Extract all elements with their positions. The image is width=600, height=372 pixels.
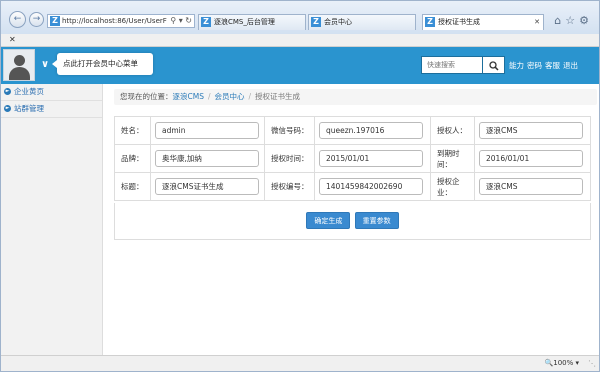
search-input[interactable] — [421, 56, 483, 74]
field-label: 授权企业： — [430, 172, 475, 201]
name-field[interactable] — [155, 122, 259, 139]
sidebar-item-station-group[interactable]: ► 站群管理 — [1, 101, 102, 118]
search-refresh-icon[interactable]: ⚲ ▾ ↻ — [170, 15, 192, 27]
breadcrumb-current: 授权证书生成 — [255, 92, 301, 101]
certificate-form: 姓名： 微信号码： 授权人： 品牌： 授权时间： 到期时间： 标题： — [114, 116, 591, 201]
sidebar: ► 企业黄页 ► 站群管理 — [1, 84, 103, 355]
breadcrumb-separator: / — [207, 92, 211, 101]
app-header: ∨ 点此打开会员中心菜单 能力密码客服退出 — [1, 47, 599, 84]
link-service[interactable]: 客服 — [545, 61, 560, 70]
tab-admin[interactable]: Z 逐浪CMS_后台管理 — [198, 14, 306, 30]
breadcrumb-link-member[interactable]: 会员中心 — [215, 92, 245, 101]
home-star-gear-icon[interactable]: ⌂☆⚙ — [554, 14, 593, 27]
main-content: 您现在的位置：逐浪CMS/会员中心/授权证书生成 姓名： 微信号码： 授权人： … — [104, 84, 599, 355]
expiry-date-field[interactable] — [479, 150, 583, 167]
breadcrumb-separator: / — [248, 92, 252, 101]
field-label: 授权人： — [430, 116, 475, 145]
sidebar-item-label: 企业黄页 — [14, 87, 44, 96]
brand-field[interactable] — [155, 150, 259, 167]
link-ability[interactable]: 能力 — [509, 61, 524, 70]
arrow-circle-icon: ► — [4, 105, 11, 112]
form-row: 标题： 授权编号： 授权企业： — [114, 172, 591, 201]
top-links: 能力 密码 客服 退出 — [509, 60, 581, 71]
field-label: 微信号码： — [264, 116, 315, 145]
search-button[interactable] — [483, 56, 505, 74]
close-icon[interactable]: ✕ — [534, 15, 540, 29]
address-url: http://localhost:86/User/UserF — [62, 17, 167, 25]
tab-favicon-icon: Z — [201, 17, 211, 27]
field-label: 到期时间： — [430, 144, 475, 173]
tab-member-center[interactable]: Z 会员中心 — [308, 14, 416, 30]
sidebar-item-yellow-pages[interactable]: ► 企业黄页 — [1, 84, 102, 101]
address-bar[interactable]: Z http://localhost:86/User/UserF ⚲ ▾ ↻ — [47, 14, 195, 28]
tab-label: 逐浪CMS_后台管理 — [214, 18, 275, 26]
forward-arrow-icon[interactable]: → — [29, 12, 44, 27]
wechat-field[interactable] — [319, 122, 423, 139]
form-row: 姓名： 微信号码： 授权人： — [114, 116, 591, 145]
browser-window: ← → Z http://localhost:86/User/UserF ⚲ ▾… — [0, 0, 600, 372]
tab-favicon-icon: Z — [425, 17, 435, 27]
close-icon[interactable]: ✕ — [9, 35, 16, 44]
browser-titlebar: ← → Z http://localhost:86/User/UserF ⚲ ▾… — [1, 1, 599, 34]
breadcrumb-prefix: 您现在的位置： — [120, 92, 173, 101]
arrow-circle-icon: ► — [4, 88, 11, 95]
grantor-field[interactable] — [479, 122, 583, 139]
field-label: 授权时间： — [264, 144, 315, 173]
site-favicon-icon: Z — [50, 16, 60, 26]
find-bar: ✕ — [1, 34, 599, 47]
tab-certificate[interactable]: Z 授权证书生成 ✕ — [422, 14, 544, 30]
breadcrumb: 您现在的位置：逐浪CMS / 会员中心 / 授权证书生成 — [114, 89, 597, 105]
app-area: ∨ 点此打开会员中心菜单 能力密码客服退出 ► 企业黄页 ► 站群管理 您现在的… — [1, 47, 599, 355]
tab-label: 会员中心 — [324, 18, 352, 26]
search-icon — [488, 61, 499, 71]
zoom-value: 100% — [553, 359, 574, 367]
grant-date-field[interactable] — [319, 150, 423, 167]
zoom-level[interactable]: 🔍100% ▾ — [545, 359, 579, 367]
field-label: 授权编号： — [264, 172, 315, 201]
breadcrumb-link-home[interactable]: 逐浪CMS — [173, 92, 204, 101]
status-bar: 🔍100% ▾ ⋱ — [1, 355, 599, 371]
company-field[interactable] — [479, 178, 583, 195]
generate-button[interactable]: 确定生成 — [306, 212, 351, 229]
form-actions: 确定生成 重置参数 — [114, 203, 591, 240]
link-logout[interactable]: 退出 — [563, 61, 578, 70]
field-label: 姓名： — [114, 116, 151, 145]
reset-button[interactable]: 重置参数 — [354, 212, 399, 229]
field-label: 标题： — [114, 172, 151, 201]
tab-favicon-icon: Z — [311, 17, 321, 27]
tab-label: 授权证书生成 — [438, 18, 480, 26]
license-number-field[interactable] — [319, 178, 423, 195]
resize-grip-icon[interactable]: ⋱ — [588, 359, 596, 368]
chevron-down-icon[interactable]: ∨ — [41, 59, 49, 70]
link-password[interactable]: 密码 — [527, 61, 542, 70]
title-field[interactable] — [155, 178, 259, 195]
avatar[interactable] — [3, 49, 35, 81]
field-label: 品牌： — [114, 144, 151, 173]
menu-tooltip: 点此打开会员中心菜单 — [52, 53, 153, 75]
sidebar-item-label: 站群管理 — [14, 104, 44, 113]
form-row: 品牌： 授权时间： 到期时间： — [114, 144, 591, 173]
back-arrow-icon[interactable]: ← — [9, 11, 26, 28]
